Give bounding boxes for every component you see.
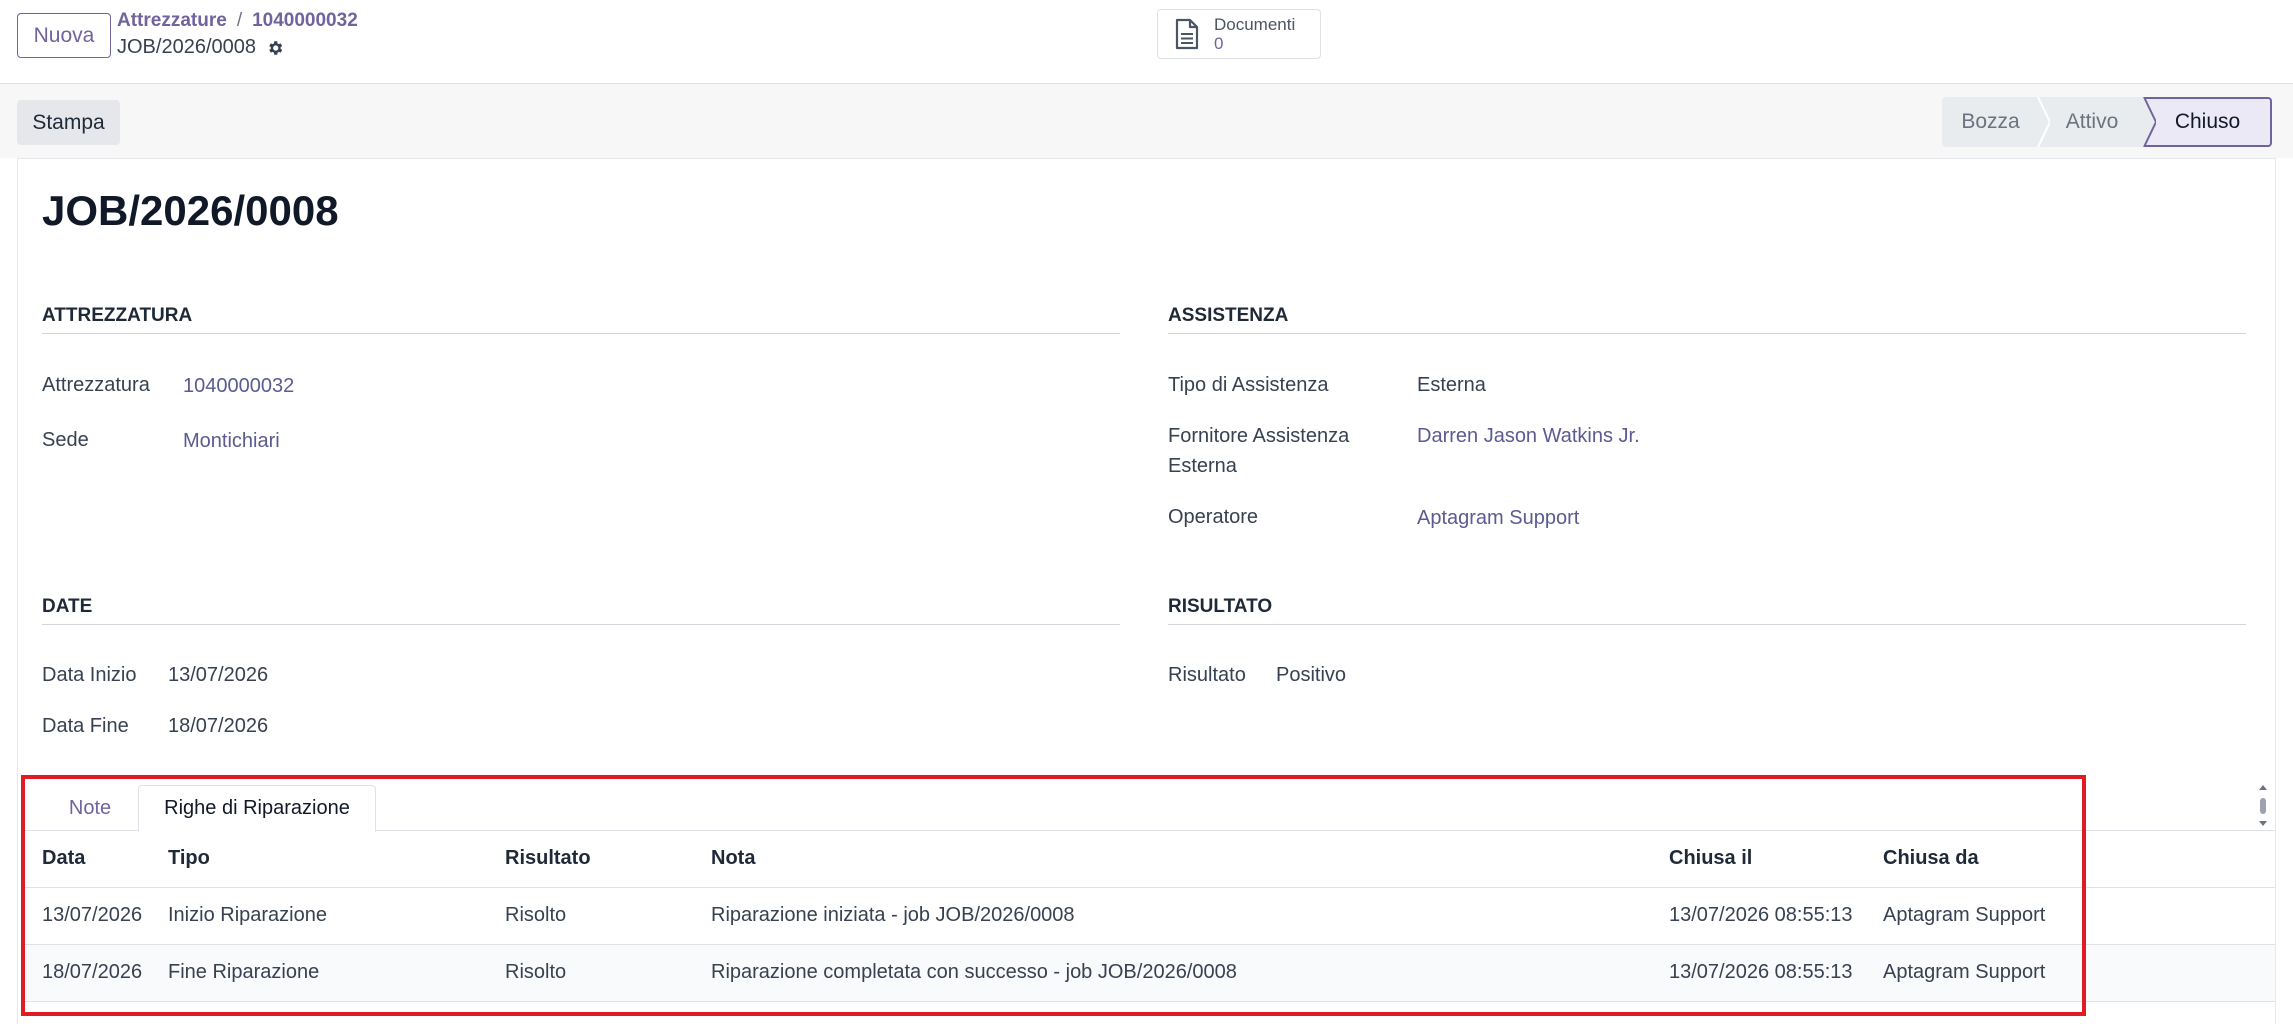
stage-separator-icon	[2136, 97, 2156, 147]
field-value-fornitore[interactable]: Darren Jason Watkins Jr.	[1417, 421, 1640, 451]
field-label-data-fine: Data Fine	[42, 715, 129, 737]
page-title: JOB/2026/0008	[42, 187, 339, 234]
smart-button-count: 0	[1214, 34, 1224, 53]
column-header-nota[interactable]: Nota	[691, 831, 1649, 888]
cell-data: 18/07/2026	[22, 944, 148, 1002]
action-bar: Stampa Bozza Attivo Chiuso	[0, 84, 2293, 158]
group-title-attrezzatura: ATTREZZATURA	[42, 305, 1120, 334]
smart-button-label: Documenti	[1214, 15, 1296, 34]
field-value-tipo-assistenza[interactable]: Esterna	[1417, 370, 1486, 400]
tab-note[interactable]: Note	[42, 785, 138, 832]
scrollbar[interactable]	[2255, 781, 2271, 831]
group-title-date: DATE	[42, 596, 1120, 625]
field-value-sede[interactable]: Montichiari	[183, 426, 280, 456]
column-header-chiusa-il[interactable]: Chiusa il	[1649, 831, 1863, 888]
status-stage-attivo[interactable]: Attivo	[2039, 97, 2145, 147]
status-stage-bozza[interactable]: Bozza	[1942, 97, 2039, 147]
table-row[interactable]: 18/07/2026 Fine Riparazione Risolto Ripa…	[22, 944, 2275, 1002]
notebook-tabs: Note Righe di Riparazione	[22, 777, 2275, 832]
column-header-tipo[interactable]: Tipo	[148, 831, 485, 888]
record-name: JOB/2026/0008	[117, 36, 256, 58]
field-label-operatore: Operatore	[1168, 506, 1259, 528]
table-header-row: Data Tipo Risultato Nota Chiusa il Chius…	[22, 831, 2275, 888]
field-label-attrezzatura: Attrezzatura	[42, 374, 150, 396]
breadcrumb-separator: /	[236, 10, 243, 31]
breadcrumb-item-attrezzature[interactable]: Attrezzature	[117, 10, 227, 31]
field-value-data-fine[interactable]: 18/07/2026	[168, 711, 268, 741]
print-button[interactable]: Stampa	[17, 100, 120, 145]
status-stage-chiuso[interactable]: Chiuso	[2145, 97, 2272, 147]
cell-risultato: Risolto	[485, 887, 691, 945]
cell-chiusa-da: Aptagram Support	[1863, 887, 2275, 945]
column-header-risultato[interactable]: Risultato	[485, 831, 691, 888]
column-header-chiusa-da[interactable]: Chiusa da	[1863, 831, 2275, 888]
group-title-risultato: RISULTATO	[1168, 596, 2246, 625]
scroll-down-icon	[2259, 821, 2267, 826]
cell-chiusa-da: Aptagram Support	[1863, 944, 2275, 1002]
field-value-data-inizio[interactable]: 13/07/2026	[168, 660, 268, 690]
cell-risultato: Risolto	[485, 944, 691, 1002]
field-label-tipo-assistenza: Tipo di Assistenza	[1168, 374, 1329, 396]
field-label-risultato: Risultato	[1168, 664, 1246, 686]
cell-tipo: Inizio Riparazione	[148, 887, 485, 945]
cell-nota: Riparazione iniziata - job JOB/2026/0008	[691, 887, 1649, 945]
column-header-data[interactable]: Data	[22, 831, 148, 888]
field-value-attrezzatura[interactable]: 1040000032	[183, 371, 294, 401]
field-value-risultato[interactable]: Positivo	[1276, 660, 1346, 690]
breadcrumb-item-equipment[interactable]: 1040000032	[252, 10, 358, 31]
stage-separator-icon	[2030, 97, 2050, 147]
scroll-up-icon	[2259, 785, 2267, 790]
group-title-assistenza: ASSISTENZA	[1168, 305, 2246, 334]
field-value-operatore[interactable]: Aptagram Support	[1417, 503, 1579, 533]
table-row[interactable]: 13/07/2026 Inizio Riparazione Risolto Ri…	[22, 887, 2275, 945]
form-sheet: JOB/2026/0008 ATTREZZATURA Attrezzatura …	[17, 158, 2276, 1024]
field-label-fornitore: Fornitore Assistenza Esterna	[1168, 425, 1350, 477]
cell-tipo: Fine Riparazione	[148, 944, 485, 1002]
documents-smart-button[interactable]: Documenti 0	[1157, 9, 1321, 59]
control-panel: Nuova Attrezzature / 1040000032 JOB/2026/0…	[0, 0, 2293, 84]
cell-chiusa-il: 13/07/2026 08:55:13	[1649, 887, 1863, 945]
field-label-data-inizio: Data Inizio	[42, 664, 137, 686]
cell-chiusa-il: 13/07/2026 08:55:13	[1649, 944, 1863, 1002]
status-bar: Bozza Attivo Chiuso	[1942, 97, 2272, 147]
cell-data: 13/07/2026	[22, 887, 148, 945]
current-record: JOB/2026/0008	[117, 36, 284, 59]
tab-righe-riparazione[interactable]: Righe di Riparazione	[138, 785, 376, 832]
new-button[interactable]: Nuova	[17, 13, 111, 58]
breadcrumb: Attrezzature / 1040000032	[117, 10, 358, 32]
document-icon	[1175, 18, 1199, 50]
repair-lines-table: Data Tipo Risultato Nota Chiusa il Chius…	[22, 831, 2275, 1002]
field-label-sede: Sede	[42, 429, 89, 451]
gear-icon[interactable]	[266, 39, 284, 57]
notebook: Note Righe di Riparazione Data Tipo Risu…	[22, 777, 2275, 1024]
cell-nota: Riparazione completata con successo - jo…	[691, 944, 1649, 1002]
